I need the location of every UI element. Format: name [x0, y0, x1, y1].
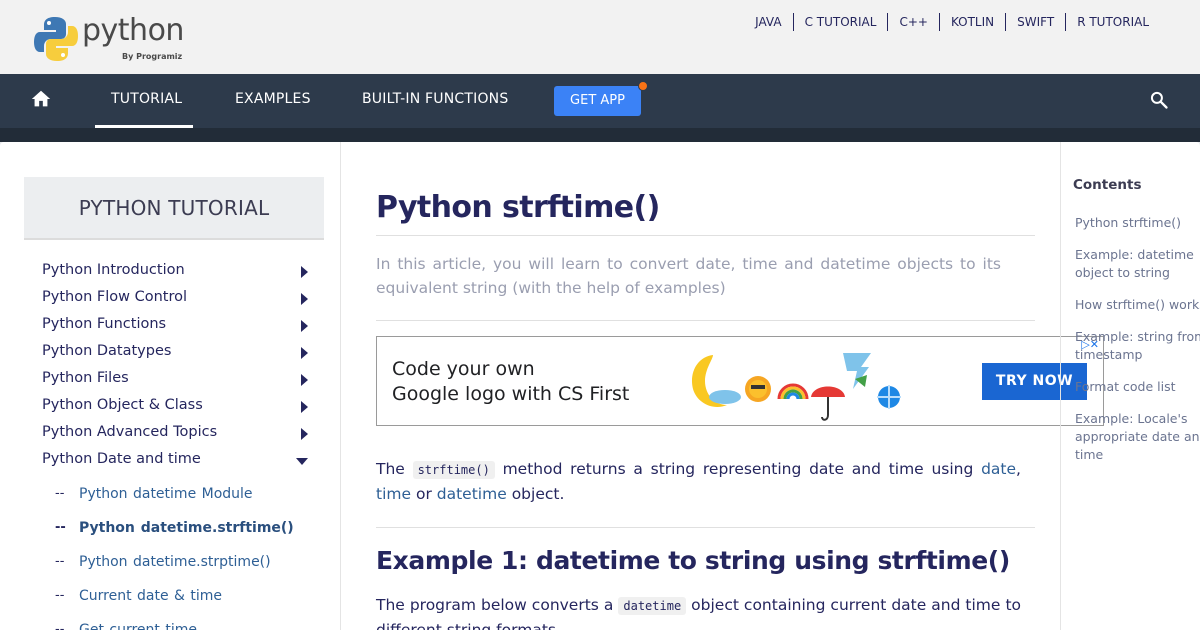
sidebar-subitem-label: Python datetime Module	[79, 486, 253, 502]
top-links: JAVA C TUTORIAL C++ KOTLIN SWIFT R TUTOR…	[744, 13, 1160, 31]
sidebar-item-functions[interactable]: Python Functions	[42, 313, 312, 340]
sidebar-subitem-label: Python datetime.strptime()	[79, 554, 271, 570]
nav-examples[interactable]: EXAMPLES	[235, 91, 311, 107]
contents-item[interactable]: Python strftime()	[1075, 214, 1200, 232]
caret-right-icon	[301, 293, 308, 305]
dash-marker: --	[55, 554, 65, 569]
text: object.	[511, 485, 565, 503]
contents-item[interactable]: Example: datetime object to string	[1075, 246, 1200, 282]
top-bar: python By Programiz JAVA C TUTORIAL C++ …	[0, 0, 1200, 74]
sidebar-item-label: Python Date and time	[42, 451, 201, 467]
sidebar-subitem-strptime[interactable]: -- Python datetime.strptime()	[55, 552, 335, 586]
main-nav: TUTORIAL EXAMPLES BUILT-IN FUNCTIONS GET…	[0, 74, 1200, 142]
tutorial-sidebar: PYTHON TUTORIAL Python Introduction Pyth…	[0, 142, 341, 630]
logo-wordmark: python	[82, 13, 184, 48]
contents-item[interactable]: Example: string from timestamp	[1075, 328, 1200, 364]
text: method returns a string representing dat…	[502, 460, 974, 478]
sidebar-item-datatypes[interactable]: Python Datatypes	[42, 340, 312, 367]
caret-right-icon	[301, 347, 308, 359]
contents-title: Contents	[1073, 177, 1142, 193]
caret-right-icon	[301, 320, 308, 332]
sidebar-item-label: Python Functions	[42, 316, 167, 332]
text: ,	[1016, 460, 1021, 478]
sidebar-item-label: Python Introduction	[42, 262, 185, 278]
contents-item[interactable]: Format code list	[1075, 378, 1200, 396]
dash-marker: --	[55, 486, 65, 501]
logo-subtitle: By Programiz	[122, 52, 183, 61]
caret-right-icon	[301, 401, 308, 413]
contents-item[interactable]: Example: Locale's appropriate date and t…	[1075, 410, 1200, 464]
caret-right-icon	[301, 428, 308, 440]
ad-line-1: Code your own	[392, 358, 535, 380]
search-icon[interactable]	[1149, 90, 1169, 110]
sidebar-item-object-class[interactable]: Python Object & Class	[42, 394, 312, 421]
sidebar-item-flow-control[interactable]: Python Flow Control	[42, 286, 312, 313]
inline-code: datetime	[618, 597, 687, 615]
sidebar-subitem-current-date-time[interactable]: -- Current date & time	[55, 586, 335, 620]
sidebar-item-label: Python Datatypes	[42, 343, 172, 359]
page-title: Python strftime()	[376, 190, 660, 225]
top-link-java[interactable]: JAVA	[744, 13, 792, 31]
caret-down-icon	[296, 458, 308, 465]
sidebar-subitem-datetime-module[interactable]: -- Python datetime Module	[55, 484, 335, 518]
nav-built-in-functions[interactable]: BUILT-IN FUNCTIONS	[362, 91, 508, 107]
notification-dot	[638, 81, 648, 91]
ad-text: Code your own Google logo with CS First	[392, 357, 629, 407]
top-link-c-tutorial[interactable]: C TUTORIAL	[792, 13, 888, 31]
sidebar-subitem-current-time[interactable]: -- Get current time	[55, 620, 335, 630]
sidebar-item-advanced-topics[interactable]: Python Advanced Topics	[42, 421, 312, 448]
divider	[376, 235, 1035, 236]
paragraph-example-intro: The program below converts a datetime ob…	[376, 593, 1021, 630]
top-link-cpp[interactable]: C++	[887, 13, 939, 31]
top-link-kotlin[interactable]: KOTLIN	[938, 13, 1005, 31]
link-datetime[interactable]: datetime	[437, 485, 507, 503]
sidebar-subitem-strftime[interactable]: -- Python datetime.strftime()	[55, 518, 335, 552]
contents-list: Python strftime() Example: datetime obje…	[1075, 214, 1200, 478]
nav-tutorial[interactable]: TUTORIAL	[111, 91, 182, 107]
get-app-button[interactable]: GET APP	[554, 86, 641, 116]
ad-line-2: Google logo with CS First	[392, 383, 630, 405]
contents-item[interactable]: How strftime() works?	[1075, 296, 1200, 314]
top-link-r-tutorial[interactable]: R TUTORIAL	[1065, 13, 1160, 31]
ad-doodle-illustration	[691, 353, 901, 421]
caret-right-icon	[301, 374, 308, 386]
sidebar-menu: Python Introduction Python Flow Control …	[42, 259, 312, 475]
page-content: PYTHON TUTORIAL Python Introduction Pyth…	[0, 142, 1200, 630]
dash-marker: --	[55, 588, 65, 603]
python-logo[interactable]: python By Programiz	[34, 13, 184, 65]
text: The program below converts a	[376, 596, 614, 614]
python-snake-icon	[34, 17, 78, 61]
divider	[376, 320, 1035, 321]
section-heading-example-1: Example 1: datetime to string using strf…	[376, 546, 1010, 575]
home-icon[interactable]	[30, 88, 52, 110]
sidebar-subitem-label: Python datetime.strftime()	[79, 520, 294, 536]
table-of-contents: Contents Python strftime() Example: date…	[1060, 142, 1200, 630]
sidebar-subitem-label: Current date & time	[79, 588, 223, 604]
link-date[interactable]: date	[981, 460, 1016, 478]
top-link-swift[interactable]: SWIFT	[1005, 13, 1065, 31]
sidebar-item-introduction[interactable]: Python Introduction	[42, 259, 312, 286]
sidebar-title: PYTHON TUTORIAL	[24, 177, 324, 240]
sidebar-item-label: Python Advanced Topics	[42, 424, 218, 440]
text: The	[376, 460, 405, 478]
link-time[interactable]: time	[376, 485, 411, 503]
sidebar-item-label: Python Object & Class	[42, 397, 203, 413]
sidebar-item-files[interactable]: Python Files	[42, 367, 312, 394]
dash-marker: --	[55, 622, 65, 630]
advertisement-banner[interactable]: Code your own Google logo with CS First	[376, 336, 1104, 426]
inline-code: strftime()	[412, 461, 495, 479]
paragraph-strftime-description: The strftime() method returns a string r…	[376, 457, 1021, 506]
sidebar-item-label: Python Flow Control	[42, 289, 187, 305]
sidebar-subitem-label: Get current time	[79, 622, 197, 630]
nav-strip	[0, 128, 1200, 142]
sidebar-item-date-time[interactable]: Python Date and time	[42, 448, 312, 475]
sidebar-submenu: -- Python datetime Module -- Python dateti…	[55, 484, 335, 630]
divider	[376, 527, 1035, 528]
text: or	[415, 485, 432, 503]
sidebar-item-label: Python Files	[42, 370, 129, 386]
caret-right-icon	[301, 266, 308, 278]
article-intro: In this article, you will learn to conve…	[376, 255, 1001, 297]
dash-marker: --	[55, 520, 66, 535]
nav-active-indicator	[95, 125, 193, 128]
